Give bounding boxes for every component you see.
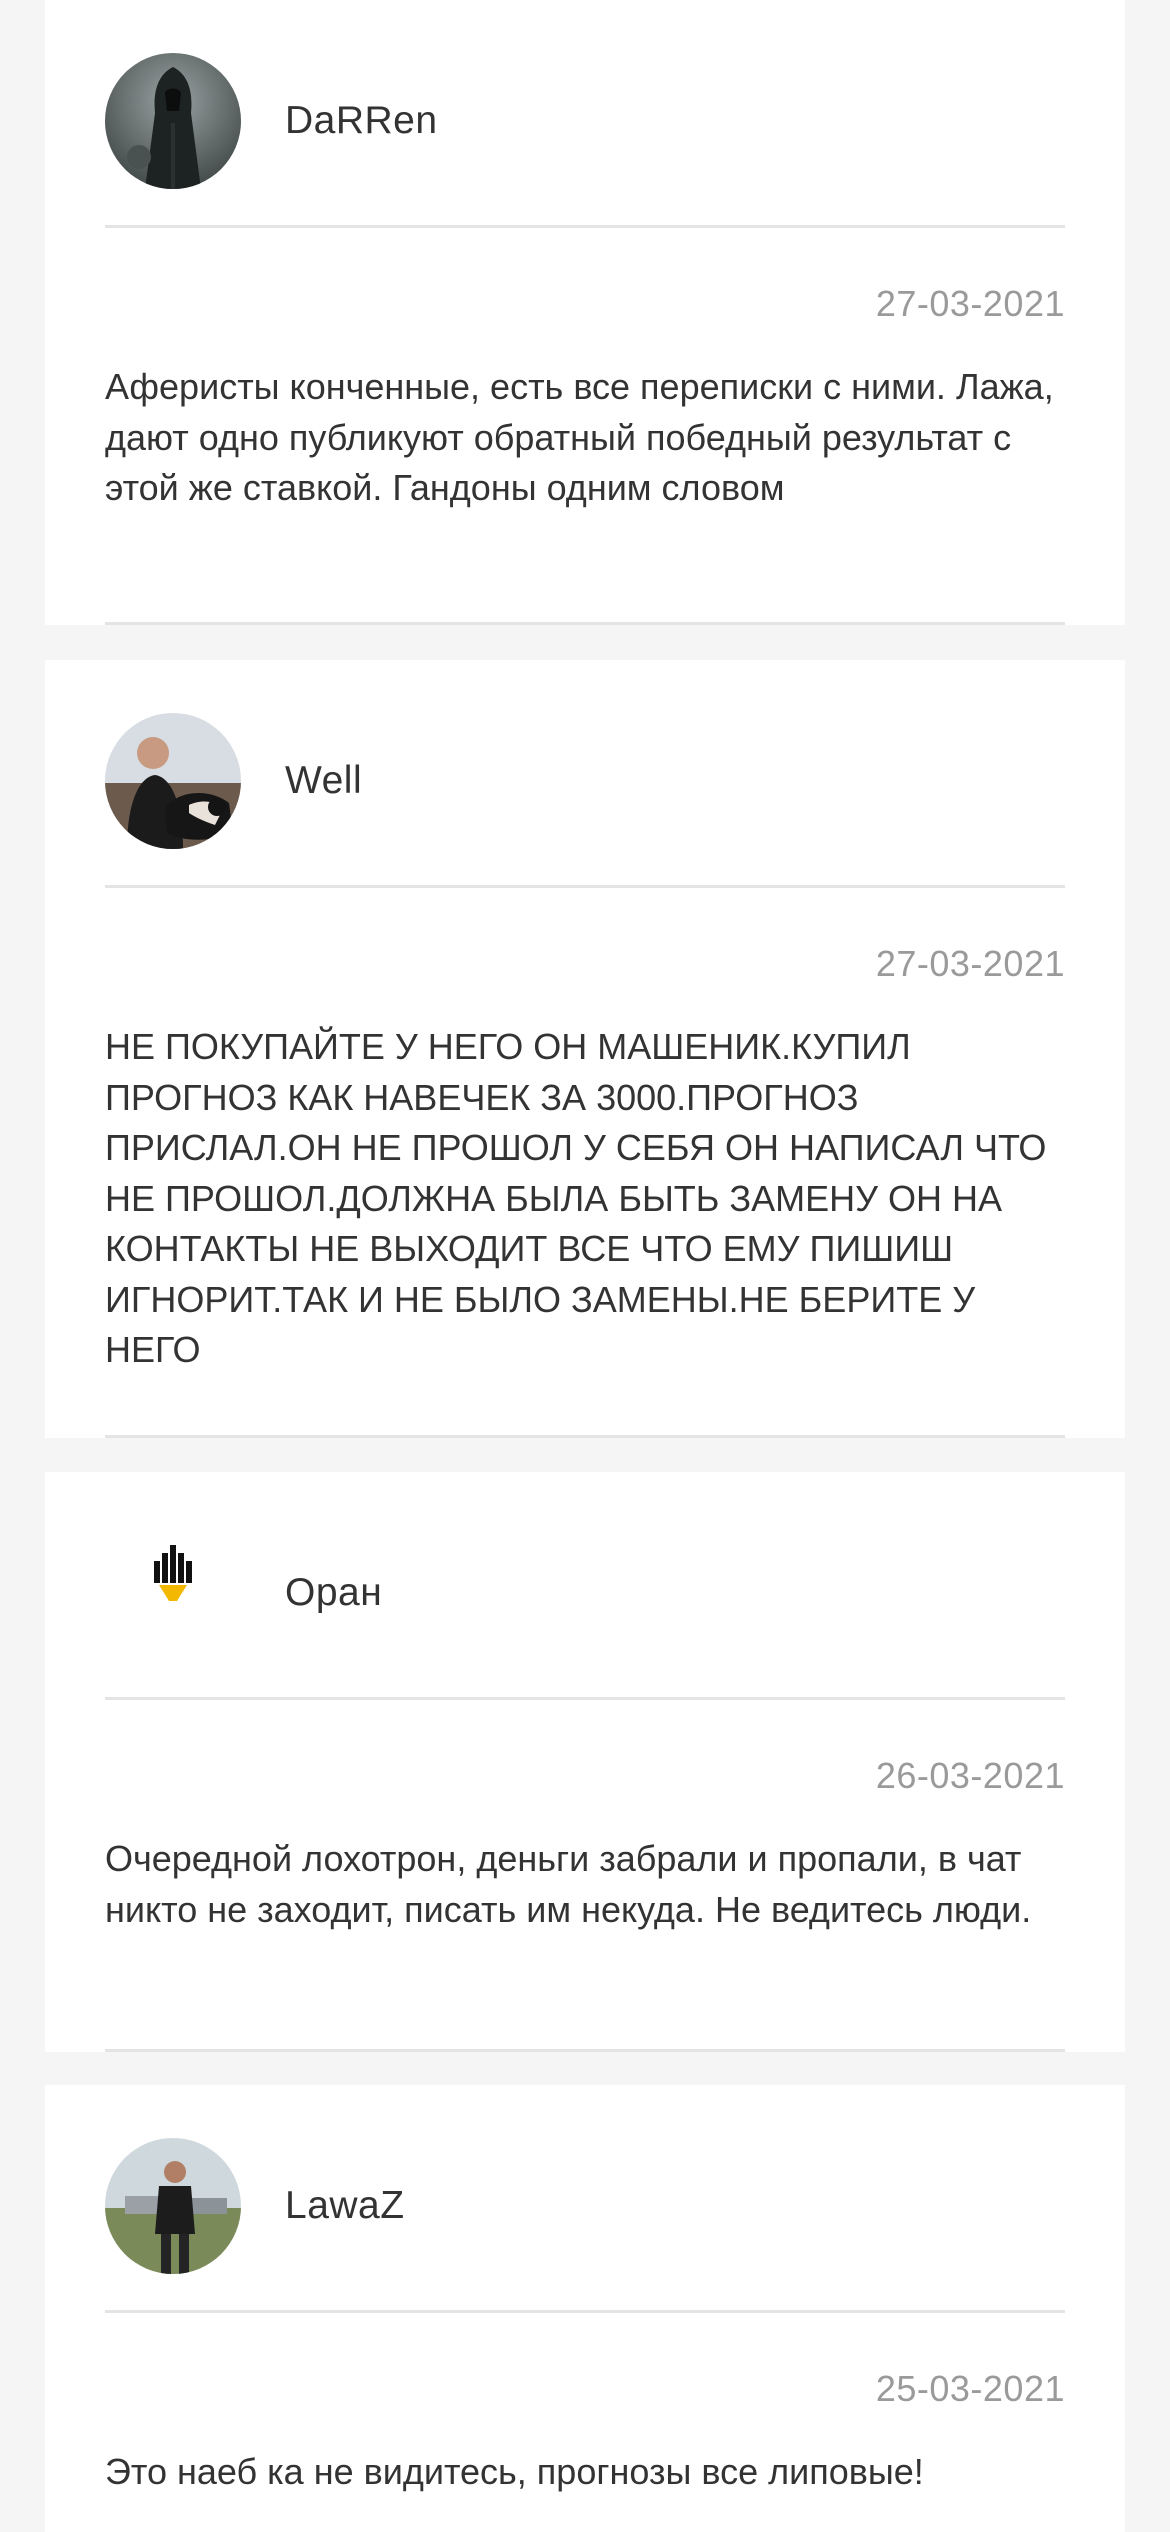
- review-date: 27-03-2021: [875, 943, 1065, 984]
- divider: [105, 622, 1065, 625]
- review-header: Well: [45, 660, 1125, 888]
- divider: [105, 885, 1065, 888]
- avatar[interactable]: [105, 2138, 241, 2274]
- review-author[interactable]: Well: [285, 759, 362, 803]
- divider: [105, 2310, 1065, 2313]
- review-author[interactable]: LawaZ: [285, 2184, 405, 2228]
- avatar[interactable]: [105, 53, 241, 189]
- man-with-dog-avatar-image: [105, 713, 241, 849]
- rosneft-logo-avatar-image: [105, 1525, 241, 1661]
- review-card: DaRRen 27-03-2021 Аферисты конченные, ес…: [45, 0, 1125, 625]
- divider: [105, 2049, 1065, 2052]
- review-date: 27-03-2021: [875, 283, 1065, 324]
- review-author[interactable]: Оран: [285, 1571, 382, 1615]
- review-text: НЕ ПОКУПАЙТЕ У НЕГО ОН МАШЕНИК.КУПИЛ ПРО…: [105, 1026, 1047, 1370]
- man-outdoors-avatar-image: [105, 2138, 241, 2274]
- divider: [105, 1435, 1065, 1438]
- review-text: Это наеб ка не видитесь, прогнозы все ли…: [105, 2451, 924, 2492]
- review-header: DaRRen: [45, 0, 1125, 245]
- review-text: Аферисты конченные, есть все переписки с…: [105, 366, 1054, 508]
- divider: [105, 1697, 1065, 1700]
- review-header: Оран: [45, 1472, 1125, 1700]
- divider: [105, 225, 1065, 228]
- review-card: Well 27-03-2021 НЕ ПОКУПАЙТЕ У НЕГО ОН М…: [45, 660, 1125, 1438]
- avatar[interactable]: [105, 1525, 241, 1661]
- hooded-figure-avatar-image: [105, 53, 241, 189]
- review-card: Оран 26-03-2021 Очередной лохотрон, день…: [45, 1472, 1125, 2052]
- review-date: 25-03-2021: [875, 2368, 1065, 2409]
- review-author[interactable]: DaRRen: [285, 99, 438, 143]
- review-card: LawaZ 25-03-2021 Это наеб ка не видитесь…: [45, 2085, 1125, 2532]
- review-date: 26-03-2021: [875, 1755, 1065, 1796]
- review-text: Очередной лохотрон, деньги забрали и про…: [105, 1838, 1032, 1930]
- review-header: LawaZ: [45, 2085, 1125, 2313]
- avatar[interactable]: [105, 713, 241, 849]
